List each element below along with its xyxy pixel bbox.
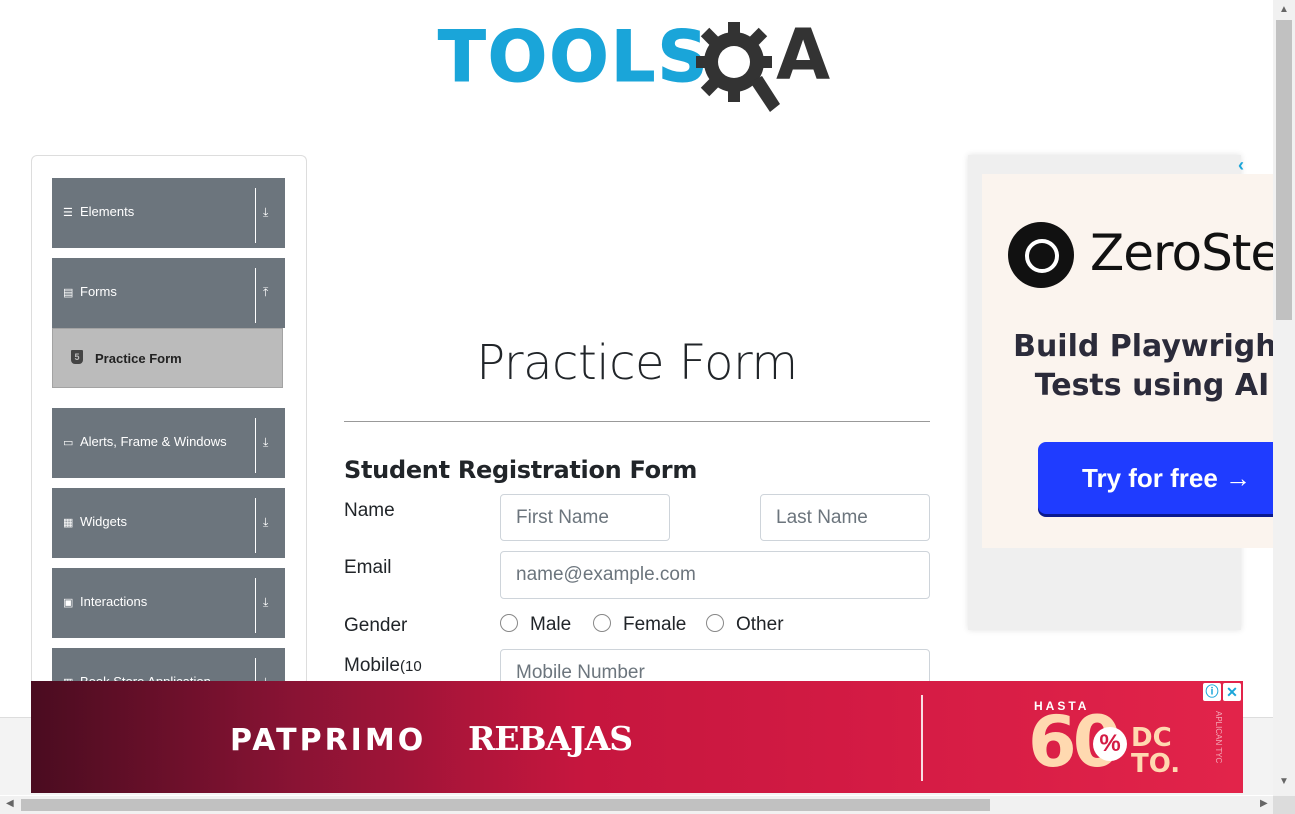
logo-text: TOOLS bbox=[438, 16, 710, 98]
gender-label: Gender bbox=[344, 615, 408, 636]
vertical-scrollbar[interactable]: ▲ ▼ bbox=[1273, 0, 1295, 796]
banner-dcto: DC TO. bbox=[1131, 725, 1180, 777]
hamburger-icon: ☰ bbox=[63, 207, 73, 219]
mobile-hint: (10 bbox=[399, 658, 422, 675]
html5-icon: 5 bbox=[71, 350, 83, 364]
gender-option-label[interactable]: Male bbox=[530, 614, 571, 636]
interactions-icon: ▣ bbox=[63, 597, 74, 609]
divider bbox=[255, 418, 256, 473]
ad-headline: Build Playwright bbox=[1013, 329, 1274, 364]
divider bbox=[255, 188, 256, 243]
scrollbar-thumb[interactable] bbox=[21, 799, 990, 811]
window-icon: ▭ bbox=[63, 437, 74, 449]
upload-arrow-icon: ⤒ bbox=[263, 285, 269, 299]
email-input[interactable] bbox=[500, 551, 930, 599]
email-label: Email bbox=[344, 557, 392, 578]
banner-sale: REBAJAS bbox=[468, 719, 633, 758]
toolsqa-logo[interactable]: TOOLS A bbox=[438, 20, 840, 112]
download-arrow-icon: ⤓ bbox=[263, 515, 269, 529]
first-name-input[interactable] bbox=[500, 494, 670, 541]
grid-icon: ▦ bbox=[63, 517, 74, 529]
percent-icon: % bbox=[1093, 727, 1127, 761]
gender-option-label[interactable]: Female bbox=[623, 614, 686, 636]
scroll-down-icon[interactable]: ▼ bbox=[1273, 776, 1295, 787]
download-arrow-icon: ⤓ bbox=[263, 595, 269, 609]
gender-radio-male[interactable] bbox=[500, 614, 518, 632]
sidebar-group-interactions[interactable]: ▣ Interactions ⤓ bbox=[52, 568, 285, 638]
mobile-label: Mobile(10 bbox=[344, 655, 422, 677]
sidebar-group-label: Alerts, Frame & Windows bbox=[80, 434, 227, 449]
banner-legal: APLICAN TYC bbox=[1214, 711, 1223, 764]
banner-to: TO. bbox=[1131, 749, 1181, 779]
sidebar-group-label: Interactions bbox=[80, 594, 148, 609]
logo-letter: A bbox=[776, 14, 831, 96]
page-title: Practice Form bbox=[476, 335, 798, 391]
sidebar-item-practice-form[interactable]: 5 Practice Form bbox=[52, 328, 283, 388]
ad-info-icon[interactable]: ⓘ bbox=[1203, 683, 1221, 701]
sidebar-group-label: Forms bbox=[80, 284, 117, 299]
gear-magnifier-icon bbox=[696, 22, 780, 112]
form-title: Student Registration Form bbox=[344, 456, 698, 484]
download-arrow-icon: ⤓ bbox=[263, 205, 269, 219]
ad-cta-button[interactable]: Try for free → bbox=[1038, 442, 1274, 514]
scrollbar-thumb[interactable] bbox=[1276, 20, 1292, 320]
sidebar-group-label: Widgets bbox=[80, 514, 127, 529]
scroll-right-icon[interactable]: ▶ bbox=[1260, 798, 1268, 809]
banner-brand: PATPRIMO bbox=[230, 723, 427, 758]
divider bbox=[255, 578, 256, 633]
name-label: Name bbox=[344, 500, 395, 521]
gender-option-label[interactable]: Other bbox=[736, 614, 784, 636]
zerostep-logo-icon bbox=[1008, 222, 1074, 288]
ad-card[interactable]: ZeroStep Build Playwright Tests using AI… bbox=[982, 174, 1274, 548]
divider bbox=[255, 498, 256, 553]
bottom-banner-ad[interactable]: PATPRIMO REBAJAS HASTA 60 % DC TO. APLICA… bbox=[31, 681, 1243, 793]
ad-brand: ZeroStep bbox=[1090, 224, 1274, 282]
scrollbar-corner bbox=[1273, 796, 1295, 814]
mobile-label-text: Mobile bbox=[344, 655, 400, 676]
close-icon[interactable]: ✕ bbox=[1223, 683, 1241, 701]
last-name-input[interactable] bbox=[760, 494, 930, 541]
ad-headline: Tests using AI bbox=[1034, 368, 1270, 403]
sidebar-group-widgets[interactable]: ▦ Widgets ⤓ bbox=[52, 488, 285, 558]
divider bbox=[344, 421, 930, 422]
sidebar: ☰ Elements ⤓ ▤ Forms ⤒ 5 Practice Form ▭… bbox=[31, 155, 307, 686]
divider bbox=[921, 695, 923, 781]
sidebar-group-label: Elements bbox=[80, 204, 135, 219]
scroll-left-icon[interactable]: ◀ bbox=[6, 798, 14, 809]
chevron-left-icon[interactable]: ‹ bbox=[1238, 155, 1244, 176]
gender-radio-female[interactable] bbox=[593, 614, 611, 632]
download-arrow-icon: ⤓ bbox=[263, 435, 269, 449]
sidebar-group-elements[interactable]: ☰ Elements ⤓ bbox=[52, 178, 285, 248]
horizontal-scrollbar[interactable]: ◀ ▶ bbox=[0, 796, 1273, 814]
sidebar-group-alerts[interactable]: ▭ Alerts, Frame & Windows ⤓ bbox=[52, 408, 285, 478]
sidebar-group-forms[interactable]: ▤ Forms ⤒ bbox=[52, 258, 285, 328]
scroll-up-icon[interactable]: ▲ bbox=[1273, 4, 1295, 15]
sidebar-item-label: Practice Form bbox=[95, 351, 182, 366]
form-icon: ▤ bbox=[63, 287, 74, 299]
divider bbox=[255, 268, 256, 323]
gender-radio-other[interactable] bbox=[706, 614, 724, 632]
